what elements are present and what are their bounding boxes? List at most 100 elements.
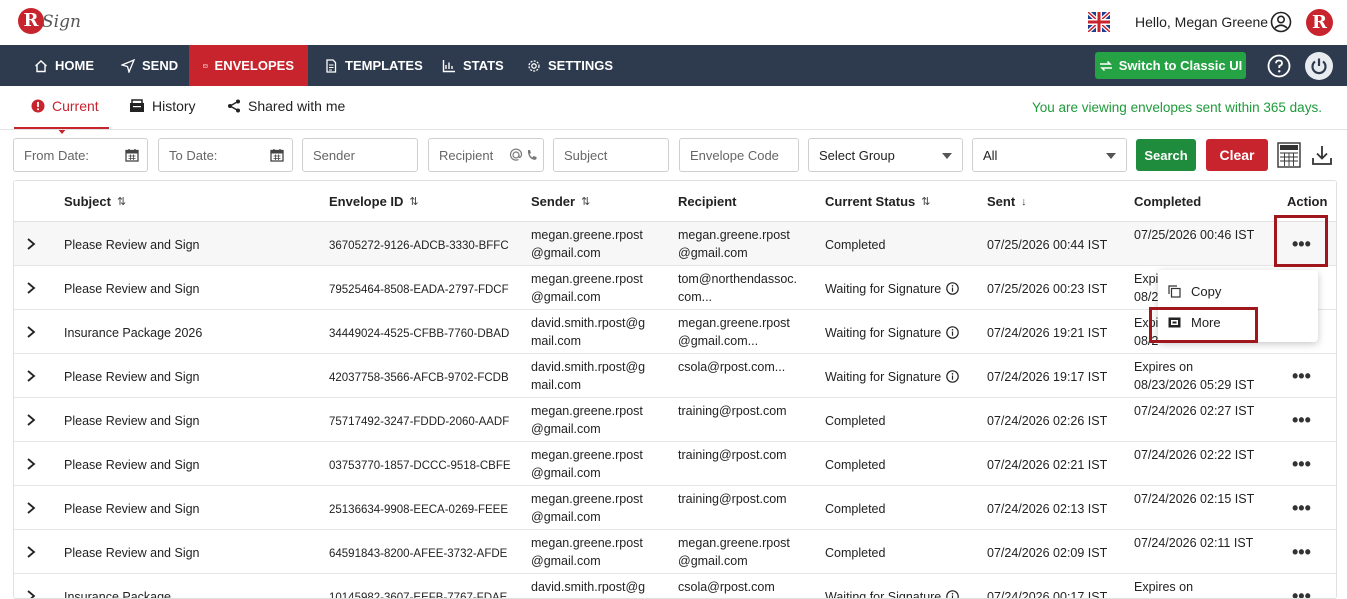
chevron-right-icon[interactable] <box>26 238 36 250</box>
row-action-menu-icon[interactable]: ••• <box>1292 410 1311 431</box>
row-envelope-id[interactable]: 79525464-8508-EADA-2797-FDCF <box>329 281 509 299</box>
nav-templates-label: TEMPLATES <box>345 58 423 73</box>
chevron-right-icon[interactable] <box>26 590 36 599</box>
row-sender-line2: @gmail.com <box>531 466 601 480</box>
header-sent[interactable]: Sent ↓ <box>987 194 1027 209</box>
search-button[interactable]: Search <box>1136 139 1196 171</box>
row-envelope-id[interactable]: 36705272-9126-ADCB-3330-BFFC <box>329 237 509 255</box>
envelope-code-input[interactable]: Envelope Code <box>679 138 799 172</box>
row-recipient-line2: com... <box>678 290 713 304</box>
chevron-right-icon[interactable] <box>26 502 36 514</box>
clear-button[interactable]: Clear <box>1206 139 1268 171</box>
nav-envelopes-label: ENVELOPES <box>214 58 294 73</box>
row-completed-line1: 07/24/2026 02:27 IST <box>1134 404 1255 418</box>
calculator-icon[interactable] <box>1277 142 1301 168</box>
row-sender-line2: mail.com <box>531 334 582 348</box>
to-date-placeholder: To Date: <box>169 147 218 163</box>
brand-icon[interactable]: R <box>1306 9 1333 36</box>
row-envelope-id[interactable]: 42037758-3566-AFCB-9702-FCDB <box>329 369 509 387</box>
header-envelope-id[interactable]: Envelope ID ⇅ <box>329 194 419 209</box>
chevron-right-icon[interactable] <box>26 458 36 470</box>
table-row[interactable]: Please Review and Sign 03753770-1857-DCC… <box>14 442 1336 486</box>
row-envelope-id[interactable]: 75717492-3247-FDDD-2060-AADF <box>329 413 509 431</box>
row-action-menu-icon[interactable]: ••• <box>1292 454 1311 475</box>
row-envelope-id[interactable]: 25136634-9908-EECA-0269-FEEE <box>329 501 508 519</box>
row-completed: 07/24/2026 02:15 IST <box>1134 490 1254 508</box>
recipient-input[interactable]: Recipient <box>428 138 544 172</box>
table-row[interactable]: Please Review and Sign 36705272-9126-ADC… <box>14 222 1336 266</box>
header-current-status[interactable]: Current Status ⇅ <box>825 194 931 209</box>
row-sender-line2: @gmail.com <box>531 290 601 304</box>
row-action-menu-icon[interactable]: ••• <box>1292 586 1311 598</box>
row-sender-line1: david.smith.rpost@g <box>531 316 646 330</box>
info-icon[interactable] <box>946 590 960 599</box>
header-sender[interactable]: Sender ⇅ <box>531 194 590 209</box>
row-sent: 07/24/2026 02:13 IST <box>987 502 1108 516</box>
table-row[interactable]: Please Review and Sign 79525464-8508-EAD… <box>14 266 1336 310</box>
row-sent: 07/24/2026 02:26 IST <box>987 414 1108 428</box>
row-recipient: tom@northendassoc. com... <box>678 270 797 306</box>
chevron-right-icon[interactable] <box>26 546 36 558</box>
info-icon[interactable] <box>946 326 960 339</box>
tab-current[interactable]: Current <box>31 98 99 114</box>
row-envelope-id[interactable]: 64591843-8200-AFEE-3732-AFDE <box>329 545 507 563</box>
help-icon[interactable] <box>1267 54 1291 78</box>
from-date-field[interactable]: From Date: <box>13 138 148 172</box>
row-action-menu-icon[interactable]: ••• <box>1292 498 1311 519</box>
row-action-menu-icon[interactable]: ••• <box>1292 366 1311 387</box>
switch-classic-ui-button[interactable]: Switch to Classic UI <box>1095 52 1246 79</box>
sender-input[interactable]: Sender <box>302 138 418 172</box>
nav-envelopes[interactable]: ENVELOPES <box>189 45 308 86</box>
chevron-right-icon[interactable] <box>26 370 36 382</box>
status-dropdown[interactable]: All <box>972 138 1127 172</box>
nav-templates[interactable]: TEMPLATES <box>310 45 437 86</box>
table-row[interactable]: Please Review and Sign 42037758-3566-AFC… <box>14 354 1336 398</box>
row-envelope-id[interactable]: 34449024-4525-CFBB-7760-DBAD <box>329 325 509 343</box>
info-icon[interactable] <box>946 282 960 295</box>
uk-flag-icon[interactable] <box>1088 12 1110 32</box>
row-sender-line1: megan.greene.rpost <box>531 492 643 506</box>
row-sender-line1: megan.greene.rpost <box>531 404 643 418</box>
nav-settings[interactable]: SETTINGS <box>513 45 627 86</box>
table-row[interactable]: Please Review and Sign 25136634-9908-EEC… <box>14 486 1336 530</box>
row-subject: Please Review and Sign <box>64 238 200 252</box>
row-sent: 07/24/2026 19:17 IST <box>987 370 1108 384</box>
chevron-right-icon[interactable] <box>26 326 36 338</box>
to-date-field[interactable]: To Date: <box>158 138 293 172</box>
nav-stats[interactable]: STATS <box>428 45 518 86</box>
table-row[interactable]: Please Review and Sign 64591843-8200-AFE… <box>14 530 1336 574</box>
row-subject: Please Review and Sign <box>64 458 200 472</box>
tab-shared-with-me[interactable]: Shared with me <box>227 98 345 114</box>
download-icon[interactable] <box>1311 144 1333 166</box>
user-profile-icon[interactable] <box>1270 11 1292 33</box>
power-icon[interactable] <box>1305 52 1333 80</box>
select-group-dropdown[interactable]: Select Group <box>808 138 963 172</box>
table-row[interactable]: Insurance Package 2026 34449024-4525-CFB… <box>14 310 1336 354</box>
row-completed-line2: 08/23/2026 05:29 IST <box>1134 378 1255 392</box>
row-status-text: Waiting for Signature <box>825 282 942 296</box>
table-row[interactable]: Please Review and Sign 75717492-3247-FDD… <box>14 398 1336 442</box>
row-envelope-id[interactable]: 10145982-3607-EEFB-7767-FDAE <box>329 589 507 598</box>
row-subject: Insurance Package 2026 <box>64 326 203 340</box>
sort-desc-icon: ↓ <box>1021 195 1027 208</box>
chevron-right-icon[interactable] <box>26 414 36 426</box>
nav-home[interactable]: HOME <box>20 45 108 86</box>
rsign-logo[interactable]: R Sign <box>18 6 81 40</box>
header-sent-label: Sent <box>987 194 1016 209</box>
info-icon[interactable] <box>946 370 960 383</box>
row-action-menu-icon[interactable]: ••• <box>1292 542 1311 563</box>
subject-input[interactable]: Subject <box>553 138 669 172</box>
envelope-icon <box>203 63 208 68</box>
tab-history[interactable]: History <box>129 98 196 114</box>
menu-item-copy[interactable]: Copy <box>1168 284 1221 299</box>
menu-copy-label: Copy <box>1191 284 1222 299</box>
header-subject[interactable]: Subject ⇅ <box>64 194 126 209</box>
row-sender: david.smith.rpost@g mail.com <box>531 314 645 350</box>
row-recipient: csola@rpost.com <box>678 578 775 596</box>
row-envelope-id[interactable]: 03753770-1857-DCCC-9518-CBFE <box>329 457 511 475</box>
row-recipient: megan.greene.rpost @gmail.com <box>678 226 790 262</box>
chevron-right-icon[interactable] <box>26 282 36 294</box>
nav-send[interactable]: SEND <box>107 45 192 86</box>
table-row[interactable]: Insurance Package 10145982-3607-EEFB-776… <box>14 574 1336 599</box>
row-subject: Please Review and Sign <box>64 282 200 296</box>
